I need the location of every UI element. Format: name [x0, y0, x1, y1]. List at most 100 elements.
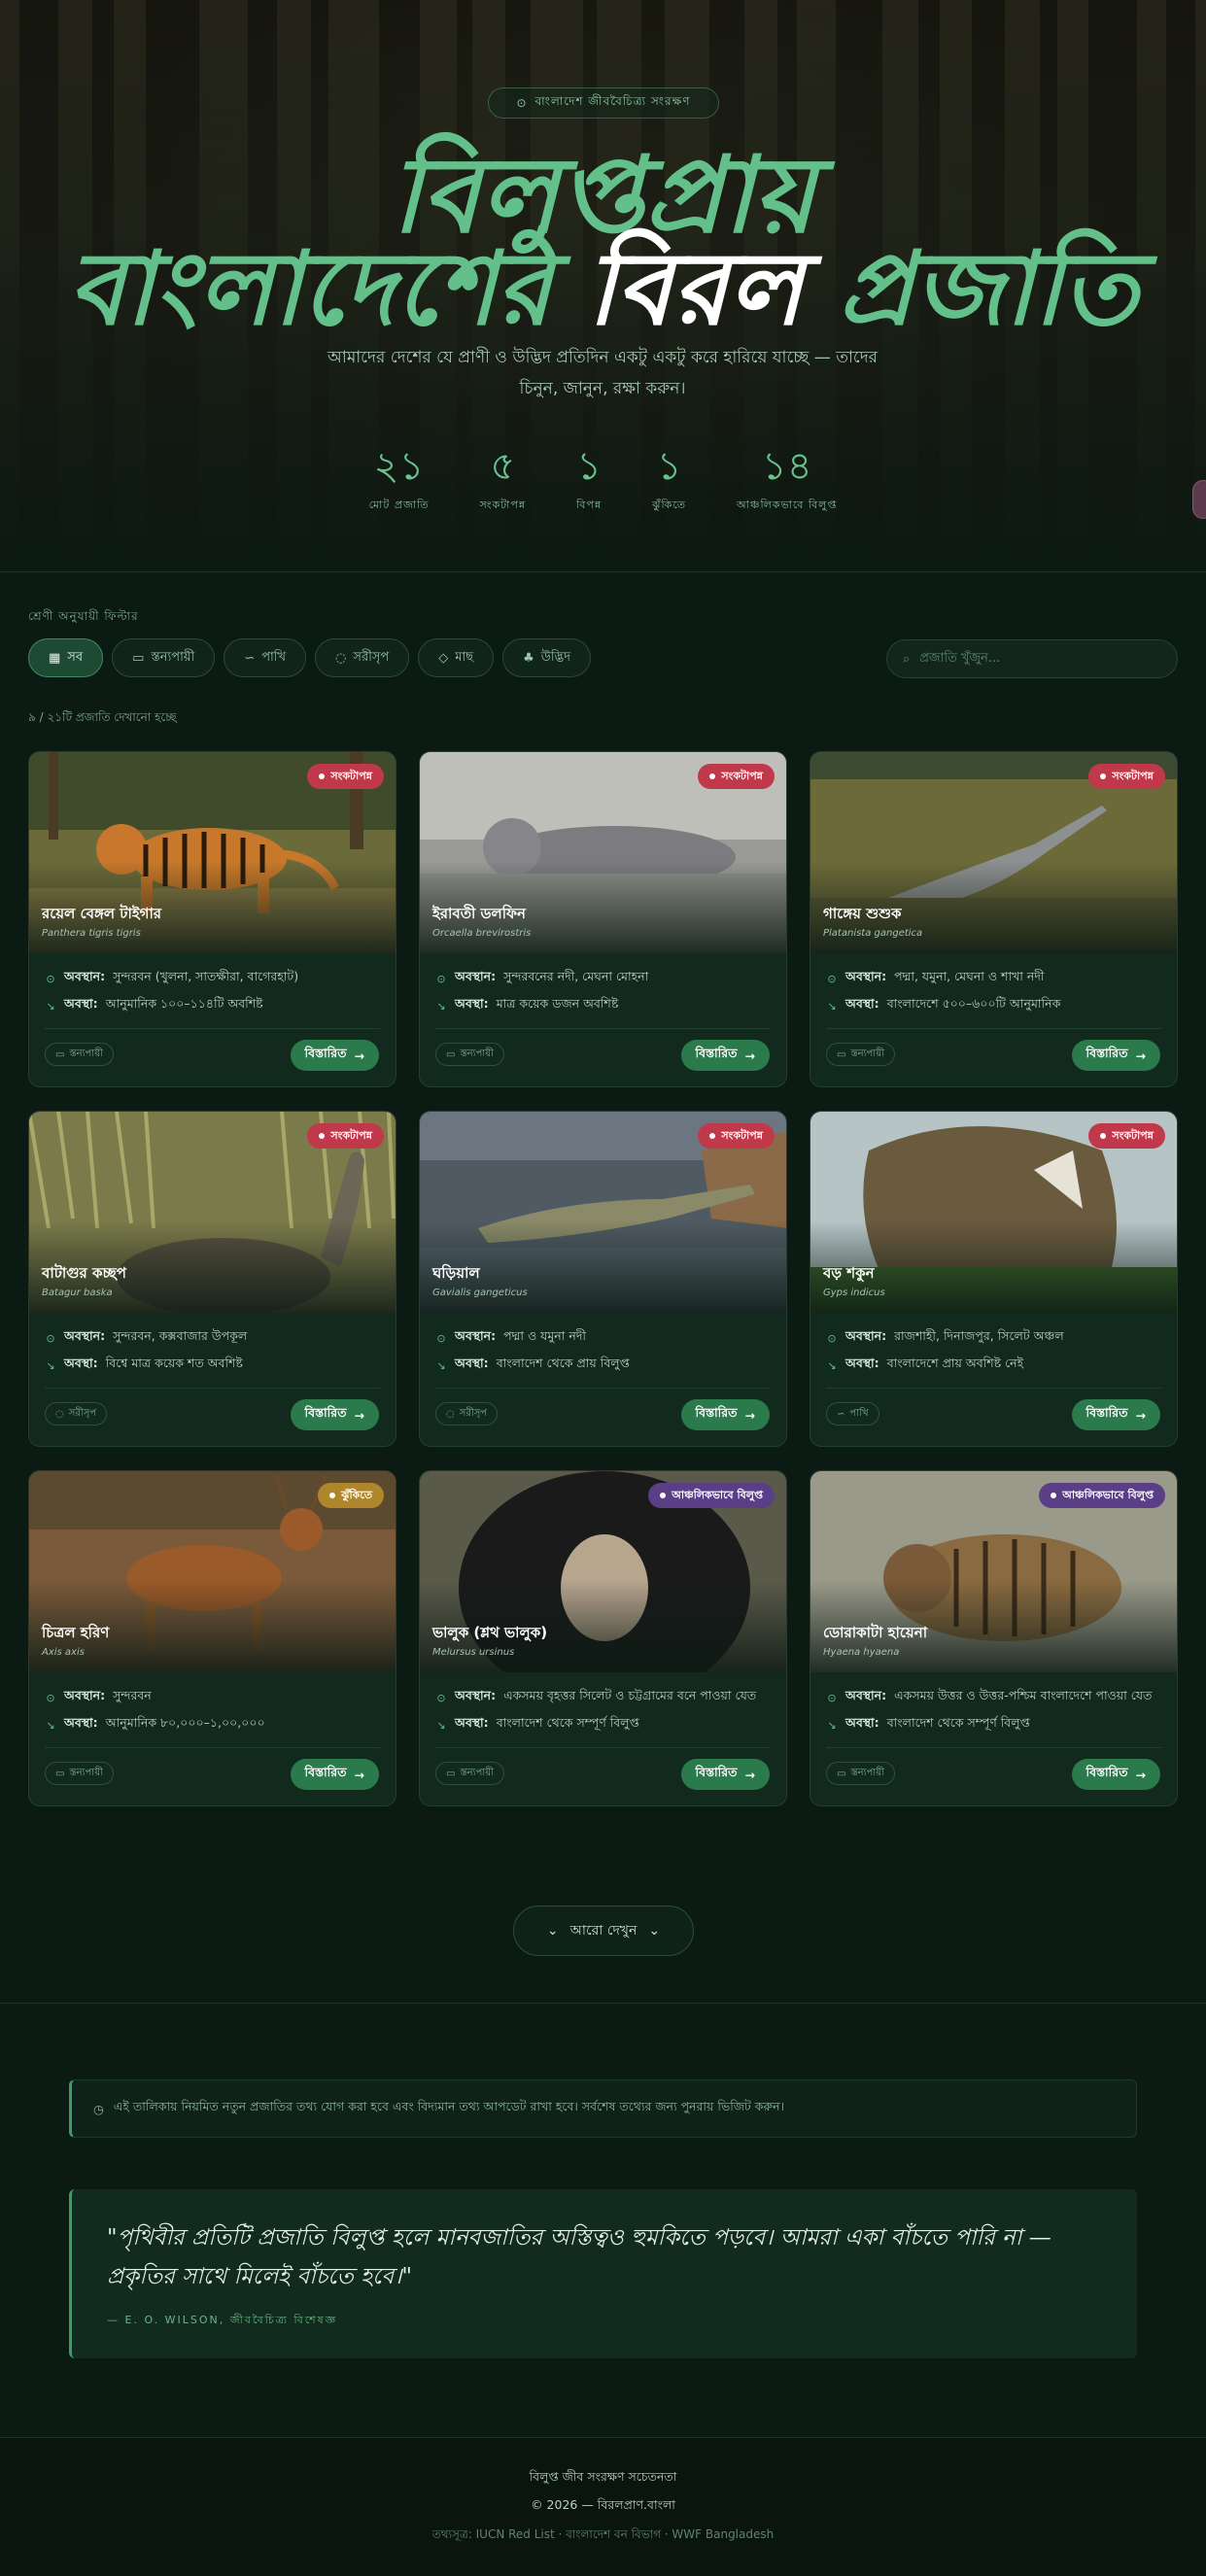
- filter-birds[interactable]: ∽ পাখি: [224, 638, 307, 677]
- update-notice: ◷ এই তালিকায় নিয়মিত নতুন প্রজাতির তথ্য…: [69, 2079, 1137, 2138]
- scientific-name: Axis axis: [42, 1647, 85, 1658]
- category-tag: ▭ স্তন্যপায়ী: [45, 1762, 114, 1785]
- status-row: ↘ অবস্থা: বাংলাদেশে প্রায় অবশিষ্ট নেই: [827, 1356, 1024, 1372]
- hero-badge-label: বাংলাদেশ জীববৈচিত্র্য সংরক্ষণ: [534, 94, 691, 108]
- mammal-icon: ▭: [55, 1768, 65, 1779]
- footer: বিলুপ্ত জীব সংরক্ষণ সচেতনতা © 2026 — বির…: [0, 2437, 1206, 2576]
- scientific-name: Hyaena hyaena: [823, 1647, 900, 1658]
- quote-block: "পৃথিবীর প্রতিটি প্রজাতি বিলুপ্ত হলে মান…: [69, 2189, 1137, 2358]
- search-icon: ⌕: [903, 651, 911, 667]
- species-name: বাটাগুর কচ্ছপ: [42, 1264, 126, 1282]
- species-card[interactable]: সংকটাপন্ন রয়েল বেঙ্গল টাইগার Panthera t…: [28, 751, 396, 1087]
- details-button[interactable]: বিস্তারিত →: [1071, 1399, 1160, 1430]
- quote-author: — E. O. WILSON, জীববৈচিত্র্য বিশেষজ্ঞ: [107, 2314, 338, 2326]
- arrow-right-icon: →: [744, 1767, 755, 1782]
- reptile-icon: ◌: [55, 1408, 64, 1420]
- plant-icon: ♣: [523, 650, 534, 666]
- species-card[interactable]: সংকটাপন্ন বড় শকুন Gyps indicus ⊙ অবস্থান…: [810, 1111, 1178, 1447]
- location-row: ⊙ অবস্থান: পদ্মা, যমুনা, মেঘনা ও শাখা নদী: [827, 969, 1045, 985]
- species-name: গাঙ্গেয় শুশুক: [823, 905, 902, 922]
- status-badge: আঞ্চলিকভাবে বিলুপ্ত: [648, 1483, 775, 1508]
- scientific-name: Gyps indicus: [823, 1288, 885, 1298]
- location-pin-icon: ⊙: [46, 972, 55, 985]
- location-pin-icon: ⊙: [827, 1331, 837, 1345]
- hero-title-line2: বাংলাদেশের বিরল প্রজাতি: [68, 228, 1138, 348]
- mammal-icon: ▭: [132, 650, 145, 666]
- status-badge: সংকটাপন্ন: [698, 764, 775, 789]
- species-card[interactable]: সংকটাপন্ন গাঙ্গেয় শুশুক Platanista gang…: [810, 751, 1178, 1087]
- filter-plants[interactable]: ♣ উদ্ভিদ: [502, 638, 592, 677]
- chevron-down-icon: ⌄: [546, 1923, 559, 1939]
- location-row: ⊙ অবস্থান: সুন্দরবন (খুলনা, সাতক্ষীরা, বাগ…: [46, 969, 299, 985]
- species-card[interactable]: আঞ্চলিকভাবে বিলুপ্ত ডোরাকাটা হায়েনা Hya…: [810, 1470, 1178, 1806]
- species-name: ইরাবতী ডলফিন: [432, 905, 526, 922]
- scientific-name: Orcaella brevirostris: [432, 928, 532, 939]
- details-button[interactable]: বিস্তারিত →: [1071, 1040, 1160, 1071]
- footer-title: বিলুপ্ত জীব সংরক্ষণ সচেতনতা: [529, 2469, 677, 2484]
- filter-fish[interactable]: ◇ মাছ: [418, 638, 495, 677]
- species-card[interactable]: সংকটাপন্ন ঘড়িয়াল Gavialis gangeticus ⊙…: [419, 1111, 787, 1447]
- stat-endangered: ১ বিপন্ন: [576, 444, 603, 511]
- arrow-right-icon: →: [1135, 1767, 1146, 1782]
- load-more-button[interactable]: ⌄ আরো দেখুন ⌄: [513, 1906, 694, 1956]
- status-row: ↘ অবস্থা: বাংলাদেশ থেকে সম্পূর্ণ বিলুপ্ত: [827, 1715, 1030, 1732]
- details-button[interactable]: বিস্তারিত →: [290, 1759, 379, 1790]
- status-row: ↘ অবস্থা: বাংলাদেশ থেকে সম্পূর্ণ বিলুপ্ত: [436, 1715, 639, 1732]
- scientific-name: Platanista gangetica: [823, 928, 923, 939]
- arrow-right-icon: →: [1135, 1407, 1146, 1423]
- scientific-name: Panthera tigris tigris: [42, 928, 141, 939]
- location-row: ⊙ অবস্থান: একসময় বৃহত্তর সিলেট ও চট্টগ্রা…: [436, 1688, 757, 1704]
- arrow-right-icon: →: [354, 1048, 364, 1063]
- species-card[interactable]: ঝুঁকিতে চিত্রল হরিণ Axis axis ⊙ অবস্থান: স…: [28, 1470, 396, 1806]
- location-pin-icon: ⊙: [827, 972, 837, 985]
- details-button[interactable]: বিস্তারিত →: [1071, 1759, 1160, 1790]
- trend-icon: ↘: [436, 1718, 446, 1732]
- species-card[interactable]: আঞ্চলিকভাবে বিলুপ্ত ভালুক (শ্লথ ভালুক) M…: [419, 1470, 787, 1806]
- quote-text: "পৃথিবীর প্রতিটি প্রজাতি বিলুপ্ত হলে মান…: [107, 2225, 1051, 2289]
- mammal-icon: ▭: [837, 1048, 846, 1060]
- category-tag: ▭ স্তন্যপায়ী: [826, 1762, 895, 1785]
- details-button[interactable]: বিস্তারিত →: [290, 1399, 379, 1430]
- species-card[interactable]: সংকটাপন্ন বাটাগুর কচ্ছপ Batagur baska ⊙ অ…: [28, 1111, 396, 1447]
- location-pin-icon: ⊙: [46, 1691, 55, 1704]
- mammal-icon: ▭: [837, 1768, 846, 1779]
- location-pin-icon: ⊙: [436, 1331, 446, 1345]
- status-row: ↘ অবস্থা: বাংলাদেশ থেকে প্রায় বিলুপ্ত: [436, 1356, 630, 1372]
- bird-icon: ∽: [244, 650, 256, 666]
- trend-icon: ↘: [46, 1358, 55, 1372]
- stat-total: ২১ মোট প্রজাতি: [368, 444, 430, 511]
- status-row: ↘ অবস্থা: আনুমানিক ১০০–১১৪টি অবশিষ্ট: [46, 996, 263, 1013]
- filter-mammals[interactable]: ▭ স্তন্যপায়ী: [112, 638, 216, 677]
- location-row: ⊙ অবস্থান: সুন্দরবন, কক্সবাজার উপকূল: [46, 1328, 248, 1345]
- trend-icon: ↘: [436, 1358, 446, 1372]
- arrow-right-icon: →: [354, 1407, 364, 1423]
- arrow-right-icon: →: [744, 1048, 755, 1063]
- details-button[interactable]: বিস্তারিত →: [680, 1759, 770, 1790]
- trend-icon: ↘: [827, 1358, 837, 1372]
- results-count: ৯ / ২১টি প্রজাতি দেখানো হচ্ছে: [28, 710, 177, 724]
- search-input[interactable]: ⌕ প্রজাতি খুঁজুন...: [886, 639, 1178, 678]
- footer-copyright: © 2026 — বিরলপ্রাণ.বাংলা: [531, 2497, 675, 2512]
- location-row: ⊙ অবস্থান: সুন্দরবন: [46, 1688, 152, 1704]
- chevron-down-icon: ⌄: [648, 1923, 661, 1939]
- search-placeholder: প্রজাতি খুঁজুন...: [919, 650, 1001, 666]
- status-badge: সংকটাপন্ন: [698, 1123, 775, 1149]
- details-button[interactable]: বিস্তারিত →: [680, 1399, 770, 1430]
- hero-badge: ⊙ বাংলাদেশ জীববৈচিত্র্য সংরক্ষণ: [488, 87, 719, 119]
- trend-icon: ↘: [46, 1718, 55, 1732]
- details-button[interactable]: বিস্তারিত →: [680, 1040, 770, 1071]
- status-badge: আঞ্চলিকভাবে বিলুপ্ত: [1039, 1483, 1165, 1508]
- filter-reptiles[interactable]: ◌ সরীসৃপ: [315, 638, 410, 677]
- bird-icon: ∽: [837, 1408, 845, 1420]
- details-button[interactable]: বিস্তারিত →: [290, 1040, 379, 1071]
- species-card[interactable]: সংকটাপন্ন ইরাবতী ডলফিন Orcaella breviros…: [419, 751, 787, 1087]
- side-scroll-handle[interactable]: [1192, 480, 1206, 519]
- trend-icon: ↘: [436, 999, 446, 1013]
- category-tag: ▭ স্তন্যপায়ী: [45, 1043, 114, 1066]
- stat-regionally-extinct: ১৪ আঞ্চলিকভাবে বিলুপ্ত: [737, 444, 838, 511]
- filter-all[interactable]: ▦ সব: [28, 638, 104, 677]
- filter-label: শ্রেণী অনুযায়ী ফিল্টার: [28, 609, 139, 623]
- status-badge: সংকটাপন্ন: [307, 764, 384, 789]
- status-badge: সংকটাপন্ন: [1088, 1123, 1165, 1149]
- location-row: ⊙ অবস্থান: একসময় উত্তর ও উত্তর-পশ্চিম বাং…: [827, 1688, 1153, 1704]
